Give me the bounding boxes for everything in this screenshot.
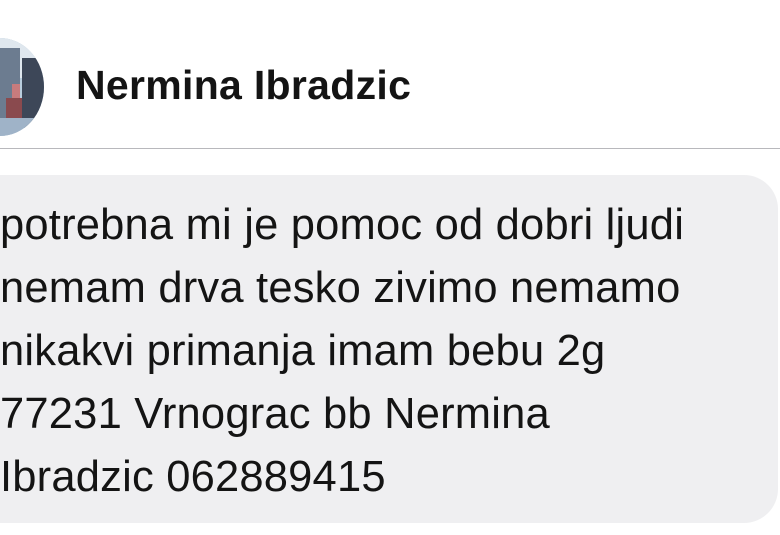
avatar-icon[interactable] <box>0 38 44 136</box>
message-line: potrebna mi je pomoc od dobri ljudi <box>0 201 685 249</box>
message-line: nemam drva tesko zivimo nemamo <box>0 264 681 312</box>
message-line: 77231 Vrnograc bb Nermina <box>0 390 550 438</box>
message-text: potrebna mi je pomoc od dobri ljudi nema… <box>0 194 770 509</box>
messenger-screen: Nermina Ibradzic potrebna mi je pomoc od… <box>0 0 780 535</box>
profile-photo-avatar-icon <box>0 38 44 136</box>
sender-name[interactable]: Nermina Ibradzic <box>76 62 411 109</box>
conversation-header: Nermina Ibradzic <box>0 0 780 148</box>
message-line: nikakvi primanja imam bebu 2g <box>0 327 606 375</box>
message-line: Ibradzic 062889415 <box>0 453 386 501</box>
header-divider <box>0 148 780 149</box>
